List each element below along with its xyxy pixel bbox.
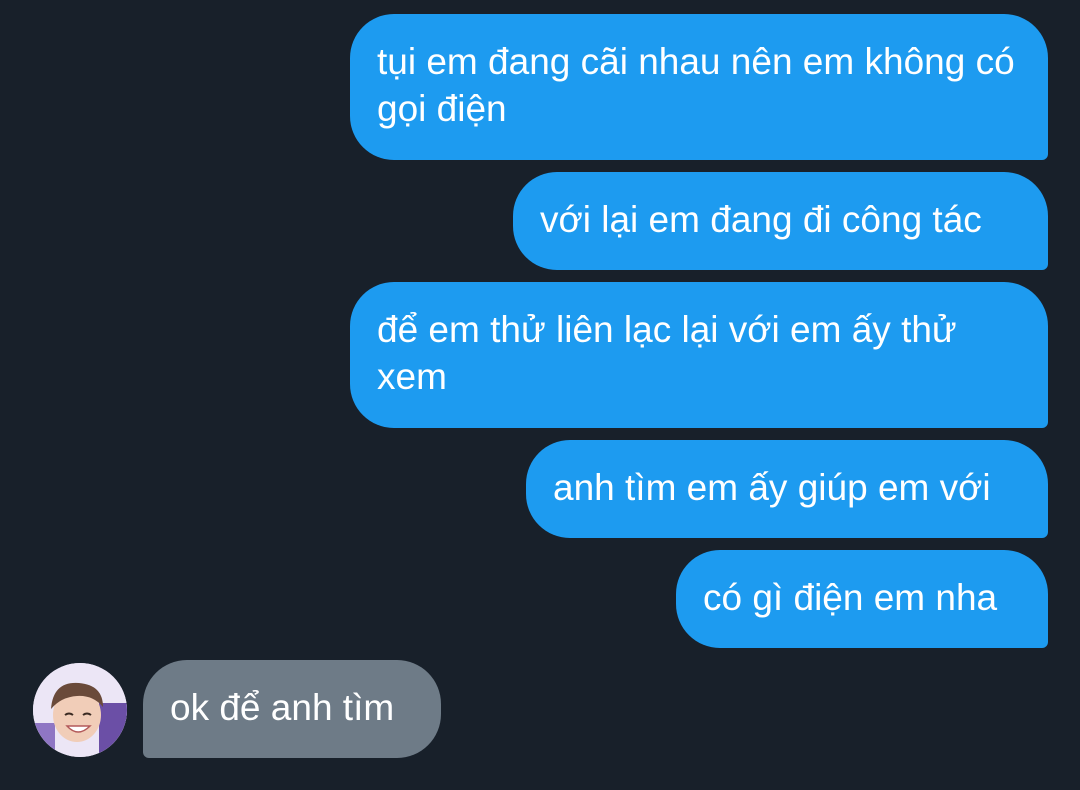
avatar[interactable] (33, 663, 127, 757)
received-message-bubble[interactable]: ok để anh tìm (143, 660, 441, 758)
sent-message-bubble[interactable]: tụi em đang cãi nhau nên em không có gọi… (350, 14, 1048, 160)
sent-message-bubble[interactable]: có gì điện em nha (676, 550, 1048, 648)
profile-photo-icon (33, 663, 127, 757)
sent-message-bubble[interactable]: với lại em đang đi công tác (513, 172, 1048, 270)
sent-message-bubble[interactable]: anh tìm em ấy giúp em với (526, 440, 1048, 538)
sent-message-bubble[interactable]: để em thử liên lạc lại với em ấy thử xem (350, 282, 1048, 428)
